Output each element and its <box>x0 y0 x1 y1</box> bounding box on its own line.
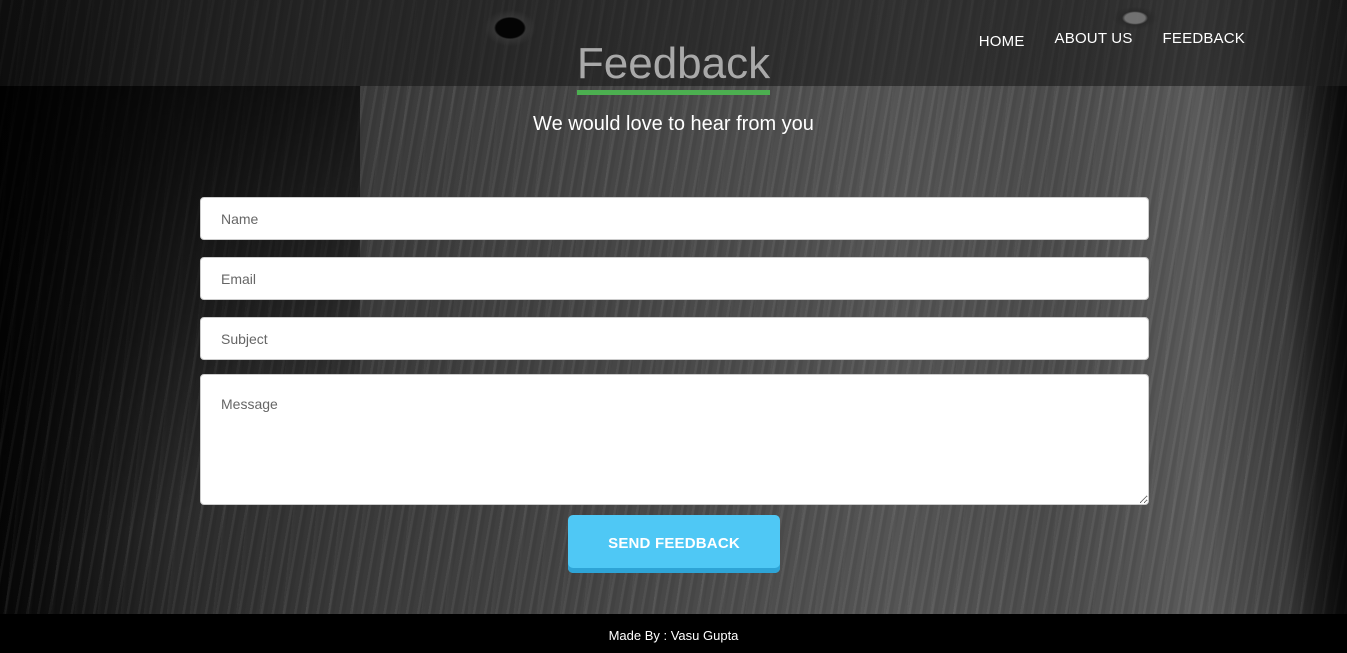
feedback-page: HOME ABOUT US FEEDBACK Feedback We would… <box>0 0 1347 653</box>
send-feedback-button[interactable]: SEND FEEDBACK <box>568 515 780 573</box>
page-title: Feedback <box>576 38 771 95</box>
message-textarea[interactable] <box>200 374 1149 505</box>
email-input[interactable] <box>200 257 1149 300</box>
title-wrapper: Feedback <box>0 38 1347 95</box>
footer-credit: Made By : Vasu Gupta <box>0 614 1347 653</box>
subject-input[interactable] <box>200 317 1149 360</box>
feedback-form <box>200 197 1149 505</box>
page-subtitle: We would love to hear from you <box>533 113 814 135</box>
background-right-shadow <box>1287 86 1347 614</box>
name-input[interactable] <box>200 197 1149 240</box>
